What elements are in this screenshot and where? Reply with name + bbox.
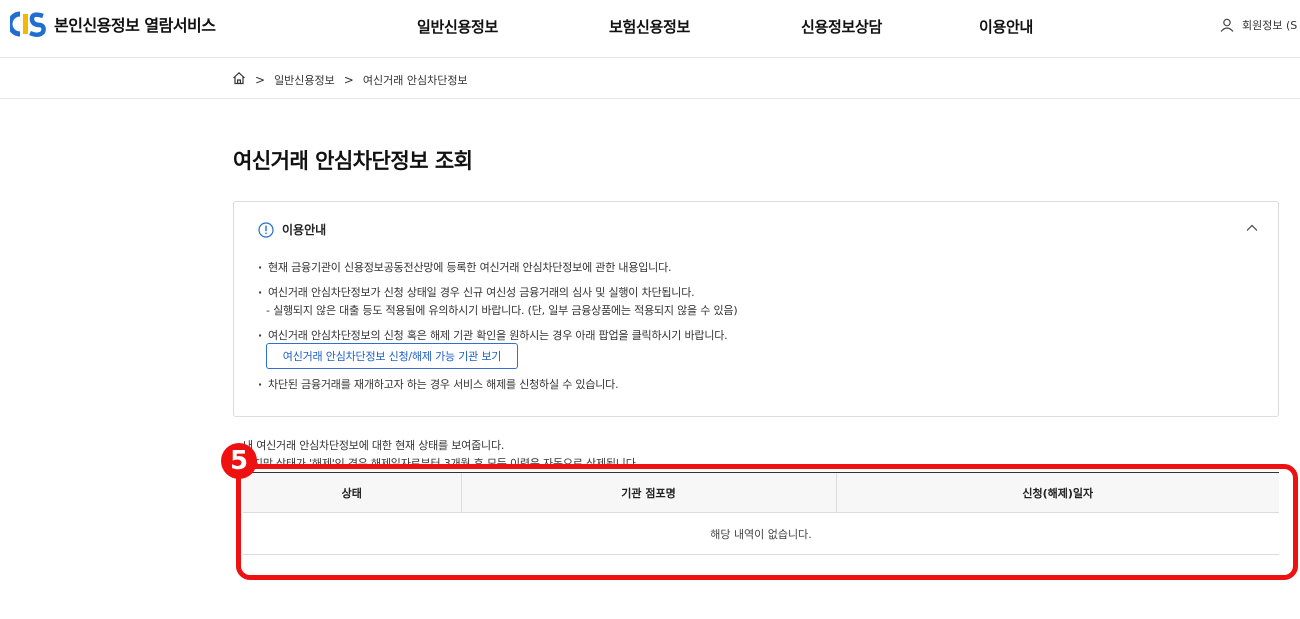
info-bullet: · 현재 금융기관이 신용정보공동전산망에 등록한 여신거래 안심차단정보에 관한…	[258, 261, 672, 274]
home-icon[interactable]	[232, 71, 246, 88]
info-bullet: · 여신거래 안심차단정보가 신청 상태일 경우 신규 여신성 금융거래의 심사 …	[258, 286, 695, 299]
site-header: 본인신용정보 열람서비스 일반신용정보 보험신용정보 신용정보상담 이용안내 회…	[0, 0, 1300, 58]
empty-message: 해당 내역이 없습니다.	[243, 512, 1279, 555]
status-note: 내 여신거래 안심차단정보에 대한 현재 상태를 보여줍니다.	[243, 439, 505, 452]
cis-logo-icon	[7, 10, 46, 38]
table-row: 해당 내역이 없습니다.	[243, 512, 1279, 555]
breadcrumb-general-credit[interactable]: 일반신용정보	[274, 72, 335, 88]
column-institution-branch: 기관 점포명	[460, 472, 836, 513]
view-institutions-button[interactable]: 여신거래 안심차단정보 신청/해제 가능 기관 보기	[266, 343, 518, 369]
info-icon	[258, 221, 274, 238]
breadcrumb: > 일반신용정보 > 여신거래 안심차단정보	[232, 71, 468, 88]
table-header-row: 상태 기관 점포명 신청(해제)일자	[243, 472, 1279, 513]
info-bullet: · 차단된 금융거래를 재개하고자 하는 경우 서비스 해제를 신청하실 수 있습…	[258, 378, 619, 391]
breadcrumb-bar: > 일반신용정보 > 여신거래 안심차단정보	[0, 59, 1300, 99]
page-title: 여신거래 안심차단정보 조회	[233, 149, 473, 173]
breadcrumb-current-page: 여신거래 안심차단정보	[362, 73, 468, 87]
member-info-label: 회원정보 (S	[1242, 19, 1298, 32]
info-sub-note: - 실행되지 않은 대출 등도 적용됨에 유의하시기 바랍니다. (단, 일부 …	[266, 304, 738, 317]
user-icon	[1220, 18, 1234, 32]
member-info-link[interactable]: 회원정보 (S	[1220, 17, 1297, 33]
chevron-right-icon: >	[343, 72, 354, 87]
chevron-up-icon[interactable]	[1244, 220, 1260, 236]
logo[interactable]: 본인신용정보 열람서비스	[7, 10, 216, 38]
column-status: 상태	[243, 472, 461, 513]
nav-insurance-credit[interactable]: 보험신용정보	[609, 16, 690, 37]
status-note: 마지막 상태가 '해제'인 경우 해제일자로부터 3개월 후 모든 이력은 자동…	[243, 457, 639, 464]
info-panel-header: 이용안내	[258, 221, 326, 238]
column-apply-release-date: 신청(해제)일자	[835, 472, 1279, 513]
usage-info-panel: 이용안내 · 현재 금융기관이 신용정보공동전산망에 등록한 여신거래 안심차단정…	[233, 201, 1279, 417]
block-status-table: 상태 기관 점포명 신청(해제)일자 해당 내역이 없습니다.	[243, 472, 1279, 555]
nav-general-credit[interactable]: 일반신용정보	[417, 16, 498, 37]
info-panel-title: 이용안내	[282, 223, 327, 237]
info-bullet: · 여신거래 안심차단정보의 신청 혹은 해제 기관 확인을 원하시는 경우 아래…	[258, 329, 728, 342]
step-number-badge: 5	[221, 443, 257, 479]
chevron-right-icon: >	[255, 72, 266, 87]
logo-title: 본인신용정보 열람서비스	[54, 16, 216, 35]
nav-credit-consult[interactable]: 신용정보상담	[801, 16, 882, 37]
nav-usage-guide[interactable]: 이용안내	[979, 16, 1033, 37]
